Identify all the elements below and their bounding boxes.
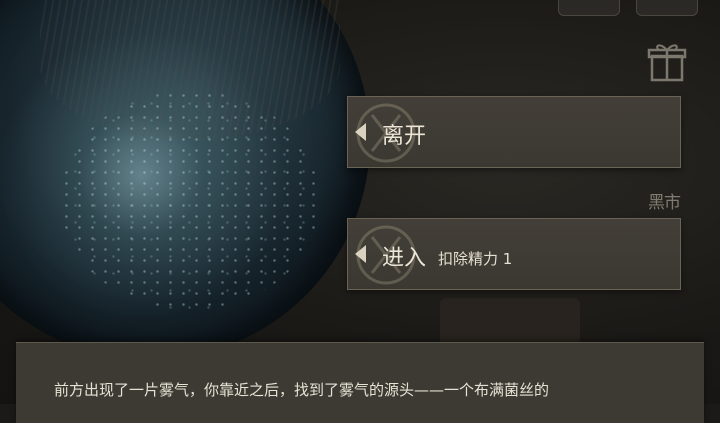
left-arrow-icon xyxy=(355,245,366,263)
left-arrow-icon xyxy=(355,123,366,141)
choice-leave-button[interactable]: 离开 xyxy=(347,96,681,168)
black-market-label[interactable]: 黑市 xyxy=(648,188,700,213)
event-dialog-box[interactable]: 前方出现了一片雾气，你靠近之后，找到了雾气的源头——一个布满菌丝的 xyxy=(16,342,704,423)
choice-cost: 扣除精力 1 xyxy=(438,250,513,268)
choice-enter-button[interactable]: 进入 扣除精力 1 xyxy=(347,218,681,290)
gift-icon[interactable] xyxy=(642,40,692,84)
choice-label: 进入 xyxy=(382,246,427,271)
event-dialog-text: 前方出现了一片雾气，你靠近之后，找到了雾气的源头——一个布满菌丝的 xyxy=(54,381,550,399)
top-menu-button-2[interactable] xyxy=(636,0,698,16)
top-menu-button-1[interactable] xyxy=(558,0,620,16)
choice-label: 离开 xyxy=(382,124,427,149)
